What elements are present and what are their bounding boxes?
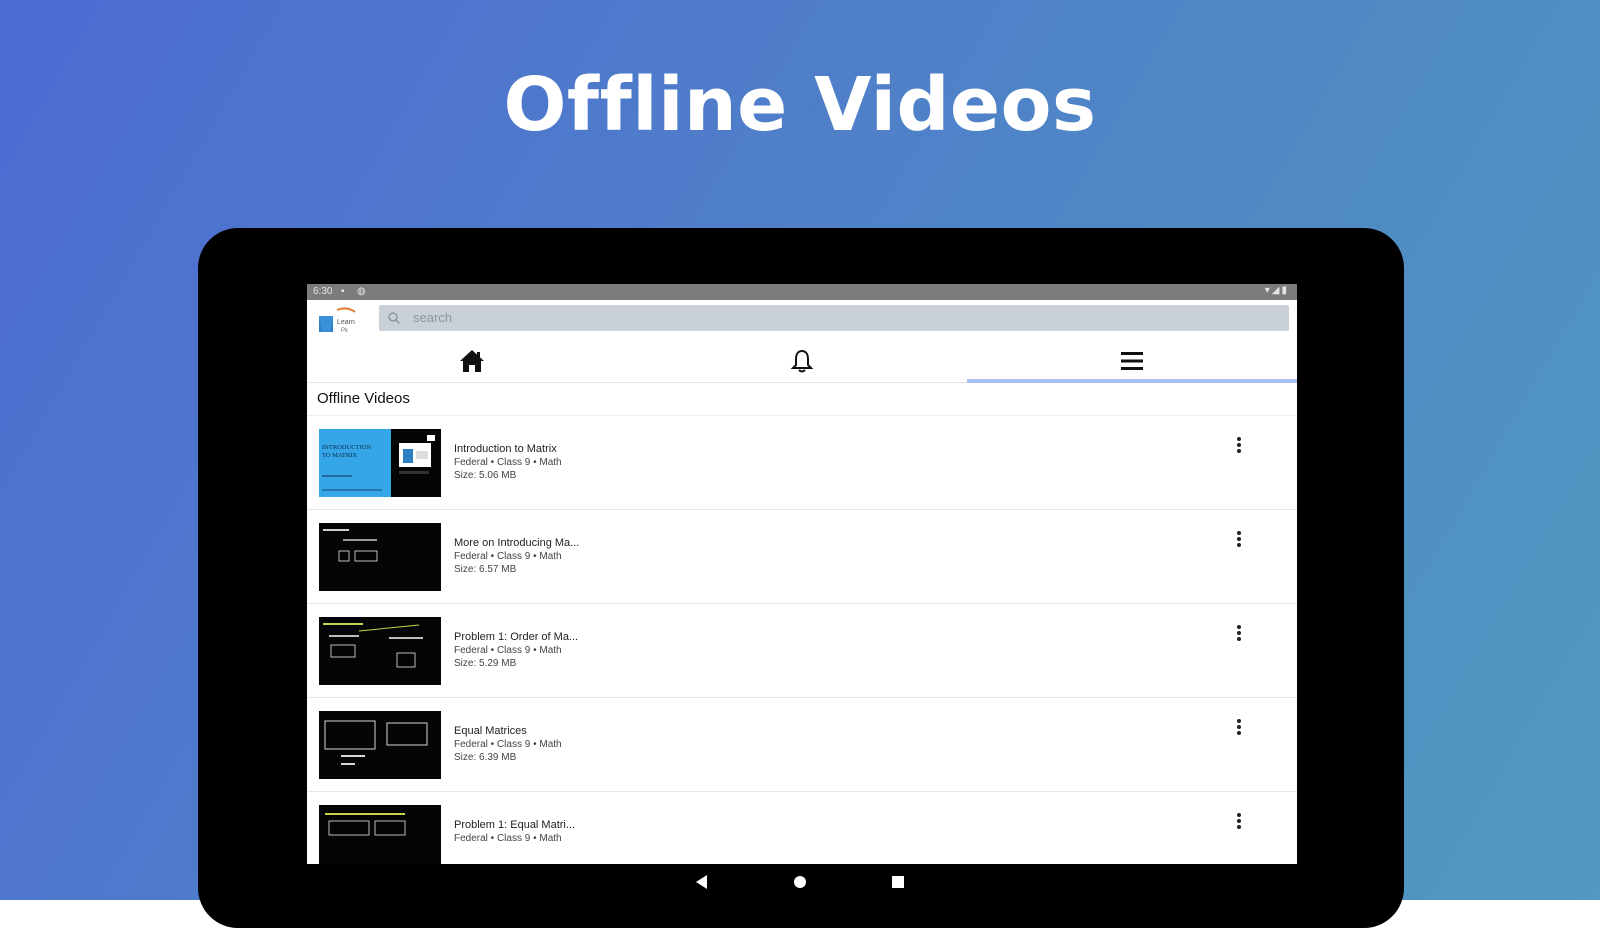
tab-home[interactable] — [307, 340, 637, 382]
status-time: 6:30 — [313, 286, 333, 297]
svg-text:Pk: Pk — [341, 328, 349, 334]
more-options-button[interactable] — [1229, 620, 1249, 646]
more-vertical-icon — [1237, 813, 1241, 829]
video-size: Size: 6.57 MB — [454, 564, 517, 575]
video-size: Size: 5.06 MB — [454, 470, 517, 481]
home-circle-icon[interactable] — [790, 872, 810, 892]
more-vertical-icon — [1237, 625, 1241, 641]
video-row[interactable]: INTRODUCTION TO MATRIX Introduction to M… — [307, 416, 1297, 510]
video-thumbnail[interactable]: INTRODUCTION TO MATRIX — [319, 429, 441, 497]
video-row[interactable]: Problem 1: Equal Matri... Federal • Clas… — [307, 792, 1297, 864]
battery-icon: ▮ — [1281, 285, 1289, 296]
more-vertical-icon — [1237, 437, 1241, 453]
video-row[interactable]: More on Introducing Ma... Federal • Clas… — [307, 510, 1297, 604]
sync-icon: ◍ — [357, 286, 366, 297]
section-title: Offline Videos — [317, 390, 410, 407]
video-category: Federal • Class 9 • Math — [454, 645, 562, 656]
video-size: Size: 5.29 MB — [454, 658, 517, 669]
system-nav-bar — [0, 860, 1600, 900]
more-vertical-icon — [1237, 719, 1241, 735]
video-category: Federal • Class 9 • Math — [454, 551, 562, 562]
video-row[interactable]: Problem 1: Order of Ma... Federal • Clas… — [307, 604, 1297, 698]
thumb-text: INTRODUCTION — [322, 444, 371, 451]
video-thumbnail[interactable] — [319, 805, 441, 864]
video-category: Federal • Class 9 • Math — [454, 739, 562, 750]
more-options-button[interactable] — [1229, 526, 1249, 552]
video-title: More on Introducing Ma... — [454, 537, 580, 549]
more-options-button[interactable] — [1229, 808, 1249, 834]
video-info: More on Introducing Ma... Federal • Clas… — [454, 537, 579, 576]
svg-text:Learn: Learn — [337, 319, 355, 326]
more-options-button[interactable] — [1229, 432, 1249, 458]
more-vertical-icon — [1237, 531, 1241, 547]
search-bar[interactable]: search — [379, 305, 1289, 331]
tab-bar — [307, 340, 1297, 383]
video-info: Problem 1: Order of Ma... Federal • Clas… — [454, 631, 578, 670]
back-icon[interactable] — [692, 872, 712, 892]
video-size: Size: 6.39 MB — [454, 752, 517, 763]
video-thumbnail[interactable] — [319, 617, 441, 685]
video-category: Federal • Class 9 • Math — [454, 457, 562, 468]
bell-icon — [790, 349, 814, 373]
search-input[interactable]: search — [413, 310, 452, 325]
status-bar: 6:30 ▪ ◍ ▾◢▮ — [307, 284, 1297, 300]
tab-notifications[interactable] — [637, 340, 967, 382]
search-icon — [388, 312, 401, 325]
video-thumbnail[interactable] — [319, 523, 441, 591]
video-row[interactable]: Equal Matrices Federal • Class 9 • Math … — [307, 698, 1297, 792]
menu-icon — [1121, 352, 1143, 370]
video-title: Equal Matrices — [454, 725, 527, 737]
video-title: Introduction to Matrix — [454, 443, 557, 455]
video-info: Introduction to Matrix Federal • Class 9… — [454, 443, 562, 482]
app-screen: 6:30 ▪ ◍ ▾◢▮ Learn Pk search Offline Vid… — [307, 284, 1297, 864]
video-list: INTRODUCTION TO MATRIX Introduction to M… — [307, 415, 1297, 864]
status-icons: ▾◢▮ — [1265, 285, 1289, 296]
video-thumbnail[interactable] — [319, 711, 441, 779]
tab-menu[interactable] — [967, 340, 1297, 382]
video-title: Problem 1: Order of Ma... — [454, 631, 579, 643]
video-info: Equal Matrices Federal • Class 9 • Math … — [454, 725, 562, 764]
video-category: Federal • Class 9 • Math — [454, 833, 562, 844]
app-logo[interactable]: Learn Pk — [317, 306, 369, 336]
selected-tab-indicator — [967, 379, 1297, 383]
more-options-button[interactable] — [1229, 714, 1249, 740]
recents-icon[interactable] — [888, 872, 908, 892]
home-icon — [460, 350, 484, 372]
page-headline: Offline Videos — [503, 62, 1097, 148]
wifi-icon: ▾ — [1264, 285, 1272, 296]
thumb-text: TO MATRIX — [322, 452, 357, 459]
notification-icon: ▪ — [341, 286, 345, 297]
search-row: Learn Pk search — [307, 300, 1297, 340]
video-info: Problem 1: Equal Matri... Federal • Clas… — [454, 819, 575, 845]
video-title: Problem 1: Equal Matri... — [454, 819, 576, 831]
